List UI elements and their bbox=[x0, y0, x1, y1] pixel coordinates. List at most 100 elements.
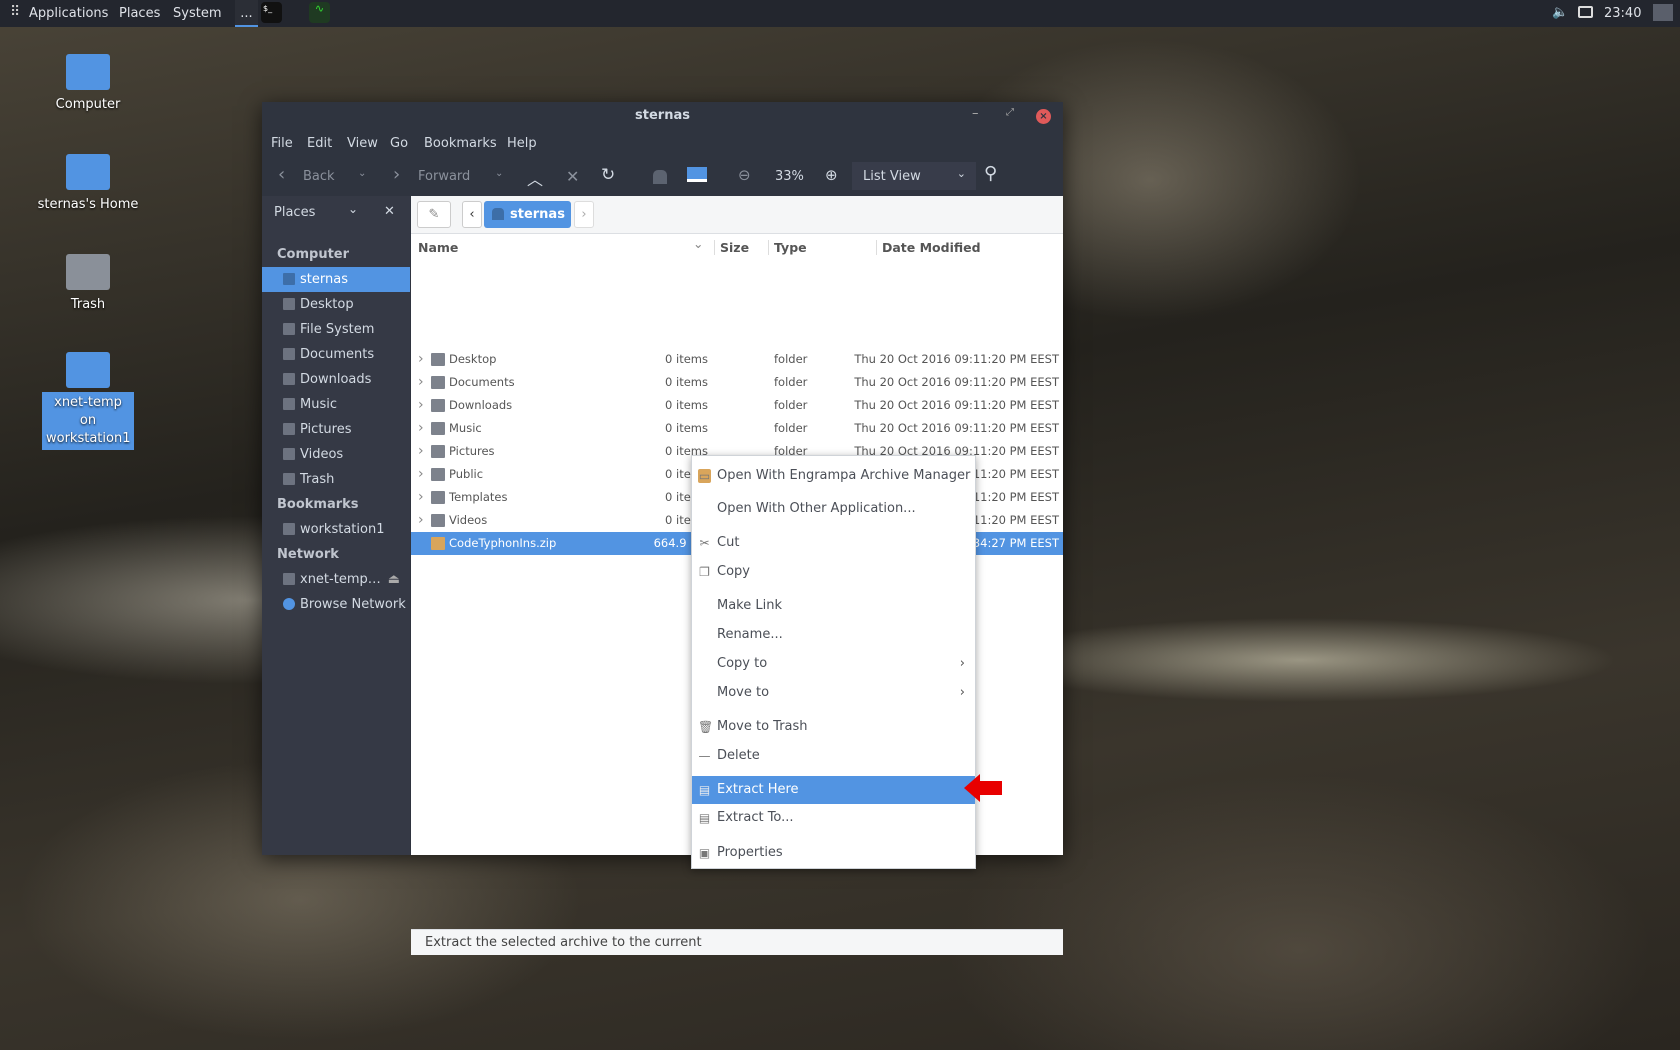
menu-go[interactable]: Go bbox=[390, 136, 408, 151]
terminal-icon[interactable]: $_ bbox=[261, 2, 282, 23]
menu-help[interactable]: Help bbox=[507, 136, 537, 151]
minimize-button[interactable]: – bbox=[972, 106, 979, 121]
file-name: Videos bbox=[449, 513, 488, 527]
sidebar-close-icon[interactable]: ✕ bbox=[384, 204, 395, 219]
applications-menu[interactable]: Applications bbox=[29, 6, 108, 21]
menu-item-label: Extract To... bbox=[717, 810, 794, 825]
file-row[interactable]: › Downloads 0 items folder Thu 20 Oct 2016 0… bbox=[411, 394, 1063, 417]
menu-item-extract-to[interactable]: ▤ Extract To... bbox=[692, 804, 975, 832]
file-row[interactable]: › Desktop 0 items folder Thu 20 Oct 2016 09:… bbox=[411, 348, 1063, 371]
desktop-icon-3[interactable]: xnet-temp on workstation1 bbox=[23, 348, 153, 450]
expand-chevron-icon[interactable]: › bbox=[418, 440, 424, 463]
up-icon[interactable]: ︿ bbox=[527, 166, 543, 190]
column-header-type[interactable]: Type bbox=[768, 240, 807, 255]
menu-bookmarks[interactable]: Bookmarks bbox=[424, 136, 497, 151]
stop-icon[interactable]: ✕ bbox=[566, 167, 579, 186]
menu-item-open-with-other-application[interactable]: Open With Other Application... bbox=[692, 495, 975, 523]
menu-item-extract-here[interactable]: ▤ Extract Here bbox=[692, 776, 975, 804]
search-icon[interactable]: ⚲ bbox=[984, 163, 997, 184]
clock[interactable]: 23:40 bbox=[1604, 6, 1641, 21]
menu-item-open-with-engrampa-archive-manager[interactable]: ▭ Open With Engrampa Archive Manager bbox=[692, 462, 975, 490]
expand-chevron-icon[interactable]: › bbox=[418, 463, 424, 486]
expand-chevron-icon[interactable]: › bbox=[418, 394, 424, 417]
desktop-icon-2[interactable]: Trash bbox=[23, 250, 153, 316]
menu-item-cut[interactable]: ✂ Cut bbox=[692, 529, 975, 557]
menu-item-make-link[interactable]: Make Link bbox=[692, 592, 975, 620]
column-header-size[interactable]: Size bbox=[714, 240, 749, 255]
menu-item-label: Rename... bbox=[717, 627, 783, 642]
path-back-chevron-icon[interactable]: ‹ bbox=[462, 201, 482, 228]
sidebar-item-sternas[interactable]: sternas bbox=[262, 267, 410, 292]
videos-icon bbox=[283, 448, 295, 460]
menu-edit[interactable]: Edit bbox=[307, 136, 332, 151]
menu-item-properties[interactable]: ▣ Properties bbox=[692, 839, 975, 867]
taskbar-file-manager[interactable]: ... bbox=[235, 0, 258, 27]
expand-chevron-icon[interactable]: › bbox=[418, 509, 424, 532]
expand-chevron-icon[interactable]: › bbox=[418, 348, 424, 371]
forward-button[interactable]: Forward bbox=[418, 169, 470, 184]
computer-icon[interactable] bbox=[687, 167, 707, 182]
sidebar-item-xnet-temp-[interactable]: xnet-temp… ⏏ bbox=[262, 567, 410, 592]
sidebar-item-pictures[interactable]: Pictures bbox=[262, 417, 410, 442]
workspace-icon[interactable] bbox=[1653, 4, 1673, 21]
file-size: 0 items bbox=[665, 352, 708, 366]
sidebar-item-desktop[interactable]: Desktop bbox=[262, 292, 410, 317]
file-row[interactable]: › Music 0 items folder Thu 20 Oct 2016 09:11… bbox=[411, 417, 1063, 440]
column-header-name[interactable]: Name bbox=[418, 240, 458, 255]
sidebar-item-label: Downloads bbox=[300, 372, 372, 387]
path-forward-chevron-icon[interactable]: › bbox=[574, 201, 594, 228]
expand-chevron-icon[interactable]: › bbox=[418, 417, 424, 440]
menu-item-delete[interactable]: — Delete bbox=[692, 742, 975, 770]
file-name: Desktop bbox=[449, 352, 497, 366]
eject-icon[interactable]: ⏏ bbox=[388, 567, 400, 592]
sidebar-chevron-down-icon[interactable]: ⌄ bbox=[348, 202, 358, 216]
desktop-icon-1[interactable]: sternas's Home bbox=[23, 150, 153, 216]
expand-chevron-icon[interactable]: › bbox=[418, 486, 424, 509]
system-monitor-icon[interactable]: ∿ bbox=[309, 2, 330, 23]
menu-item-copy-to[interactable]: Copy to › bbox=[692, 650, 975, 678]
maximize-button[interactable]: ⤢ bbox=[1006, 107, 1014, 118]
sidebar-item-label: Videos bbox=[300, 447, 344, 462]
reload-icon[interactable]: ↻ bbox=[601, 165, 615, 185]
menu-item-move-to-trash[interactable]: 🗑 Move to Trash bbox=[692, 713, 975, 741]
sidebar-item-workstation1[interactable]: workstation1 bbox=[262, 517, 410, 542]
forward-history-chevron-icon[interactable]: ⌄ bbox=[495, 168, 503, 179]
sidebar-item-file-system[interactable]: File System bbox=[262, 317, 410, 342]
back-history-chevron-icon[interactable]: ⌄ bbox=[358, 168, 366, 179]
sidebar-item-browse-network[interactable]: Browse Network bbox=[262, 592, 410, 617]
column-header-date-modified[interactable]: Date Modified bbox=[876, 240, 981, 255]
folder-videos-icon bbox=[431, 514, 445, 527]
places-menu[interactable]: Places bbox=[119, 6, 160, 21]
grid-icon[interactable]: ⠿ bbox=[10, 4, 20, 20]
close-button[interactable]: × bbox=[1036, 109, 1051, 124]
back-button[interactable]: Back bbox=[303, 169, 335, 184]
expand-chevron-icon[interactable]: › bbox=[418, 371, 424, 394]
sort-chevron-icon[interactable]: ⌄ bbox=[693, 236, 703, 251]
sidebar-item-trash[interactable]: Trash bbox=[262, 467, 410, 492]
sidebar-item-music[interactable]: Music bbox=[262, 392, 410, 417]
zoom-out-icon[interactable]: ⊖ bbox=[738, 166, 751, 184]
forward-arrow-icon[interactable]: › bbox=[393, 164, 400, 185]
display-icon[interactable] bbox=[1578, 6, 1593, 18]
sidebar-item-documents[interactable]: Documents bbox=[262, 342, 410, 367]
desktop-icon-0[interactable]: Computer bbox=[23, 50, 153, 116]
file-row[interactable]: › Documents 0 items folder Thu 20 Oct 2016 0… bbox=[411, 371, 1063, 394]
edit-path-pencil-icon[interactable]: ✎ bbox=[417, 201, 451, 228]
menu-item-copy[interactable]: ❐ Copy bbox=[692, 558, 975, 586]
folder-public-icon bbox=[431, 468, 445, 481]
zoom-in-icon[interactable]: ⊕ bbox=[825, 166, 838, 184]
volume-icon[interactable]: 🔈 bbox=[1552, 5, 1568, 20]
back-arrow-icon[interactable]: ‹ bbox=[278, 164, 285, 185]
sidebar-item-videos[interactable]: Videos bbox=[262, 442, 410, 467]
system-menu[interactable]: System bbox=[173, 6, 221, 21]
menu-item-move-to[interactable]: Move to › bbox=[692, 679, 975, 707]
menu-item-rename[interactable]: Rename... bbox=[692, 621, 975, 649]
documents-icon bbox=[283, 348, 295, 360]
menu-view[interactable]: View bbox=[347, 136, 378, 151]
sidebar-item-downloads[interactable]: Downloads bbox=[262, 367, 410, 392]
path-segment-home[interactable]: sternas bbox=[484, 201, 571, 228]
menu-file[interactable]: File bbox=[271, 136, 293, 151]
folder-downloads-icon bbox=[431, 399, 445, 412]
home-icon[interactable] bbox=[653, 170, 667, 184]
view-selector[interactable]: List View ⌄ bbox=[852, 162, 976, 190]
